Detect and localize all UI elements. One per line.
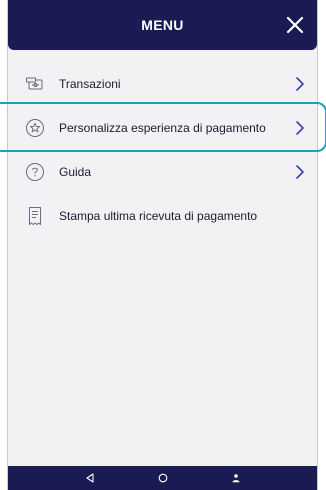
- nav-back-button[interactable]: [83, 471, 97, 485]
- receipt-icon: [29, 207, 41, 225]
- close-icon: [286, 16, 304, 34]
- chevron-right-icon: [296, 165, 304, 179]
- nav-user-button[interactable]: [229, 471, 243, 485]
- home-icon: [158, 473, 167, 483]
- menu-item-label: Stampa ultima ricevuta di pagamento: [59, 209, 258, 223]
- chevron-right-icon: [296, 121, 304, 135]
- menu-item-help[interactable]: Guida: [8, 150, 317, 194]
- menu-item-transactions[interactable]: Transazioni: [8, 62, 317, 106]
- header-bar: MENU: [8, 0, 317, 50]
- back-icon: [85, 473, 94, 483]
- transactions-icon: [26, 77, 43, 90]
- help-icon: [26, 163, 44, 181]
- menu-item-print-receipt[interactable]: Stampa ultima ricevuta di pagamento: [8, 194, 317, 238]
- menu-item-label: Transazioni: [59, 77, 121, 91]
- star-badge-icon: [26, 119, 44, 137]
- system-navigation-bar: [8, 466, 317, 490]
- menu-list: Transazioni Personalizza esperienza di p…: [8, 62, 317, 238]
- close-button[interactable]: [283, 13, 307, 37]
- nav-home-button[interactable]: [156, 471, 170, 485]
- menu-item-label: Personalizza esperienza di pagamento: [59, 121, 266, 135]
- chevron-right-icon: [296, 77, 304, 91]
- user-icon: [232, 474, 239, 483]
- menu-screen: MENU Transazioni Personalizza esperienza…: [7, 0, 318, 490]
- page-title: MENU: [141, 17, 184, 33]
- menu-item-customize-payment[interactable]: Personalizza esperienza di pagamento: [8, 106, 317, 150]
- menu-item-label: Guida: [59, 165, 92, 179]
